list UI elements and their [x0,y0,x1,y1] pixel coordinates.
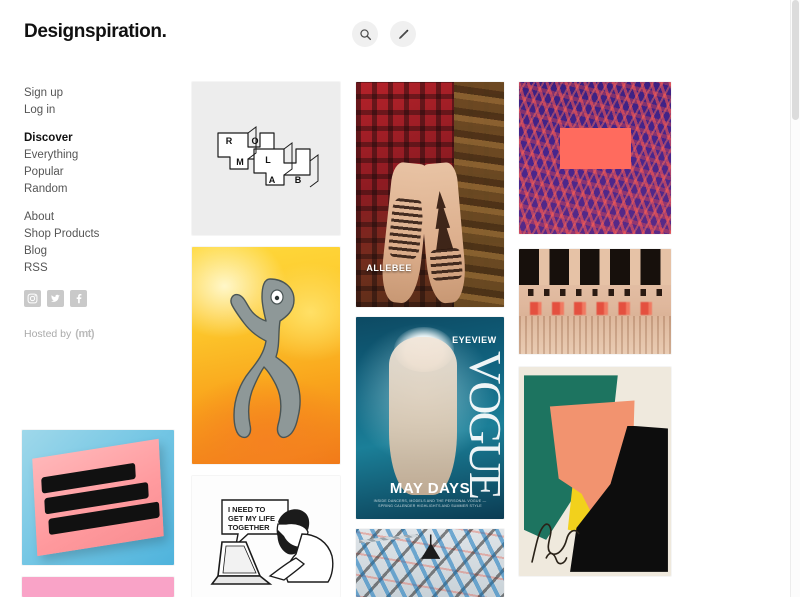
svg-text:O: O [251,136,258,146]
squidward-figure-icon [230,277,301,438]
grid-item-tattoo-photo[interactable]: ALLEBEE [356,82,504,307]
laptop-sketch-icon: I NEED TO GET MY LIFE TOGETHER [192,476,340,597]
mandala-tattoo [386,197,424,260]
svg-text:L: L [265,155,271,165]
grid-item-graffiti-interior[interactable] [356,529,504,597]
grid-item-line-drawing[interactable]: I NEED TO GET MY LIFE TOGETHER [192,476,340,597]
hud-lettering [36,442,161,553]
svg-text:M: M [236,157,244,167]
vogue-sub-line: INSIDE DANCERS, MODELS AND THE PERSONAL … [373,498,487,508]
svg-text:I NEED TO: I NEED TO [228,505,266,514]
vogue-eyeview-label: EYEVIEW [452,335,497,346]
portrait-hair [519,249,671,285]
grid-item-abstract-collage[interactable] [519,367,671,576]
svg-text:GET MY LIFE: GET MY LIFE [228,514,275,523]
grid-item-vogue-cover[interactable]: VOGUE EYEVIEW MAY DAYS INSIDE DANCERS, M… [356,317,504,519]
collage-ink-squiggle [531,522,580,564]
svg-text:TOGETHER: TOGETHER [228,523,270,532]
grid-item-pink-strip[interactable] [22,577,174,597]
grid-item-rom-lab[interactable]: R O M L A B [192,82,340,235]
band-tattoo [429,248,463,282]
scrollbar-thumb[interactable] [792,0,799,120]
svg-text:B: B [295,175,302,185]
red-rectangle-overlay [560,127,632,169]
grid-item-hud-poster[interactable] [22,430,174,565]
photo-watermark: ALLEBEE [366,263,412,274]
grid-item-duotone-forest[interactable] [519,82,671,234]
svg-text:R: R [226,136,233,146]
vogue-cover-line: MAY DAYS [389,479,471,497]
portrait-lips [529,301,661,316]
grid-item-glitch-portrait[interactable] [519,249,671,354]
pins-grid: R O M L A B I NEED TO GET MY LIFE TOGETH… [0,0,790,597]
page-scrollbar[interactable] [790,0,800,597]
rom-lab-logo-icon: R O M L A B [217,125,319,187]
app-root: Designspiration. Sign up Log in Discover… [0,0,800,597]
vogue-masthead: VOGUE [460,351,504,498]
svg-text:A: A [269,175,276,185]
portrait-eyes [528,288,662,297]
glitch-smear [519,316,671,354]
grid-item-squidward-painting[interactable] [192,247,340,464]
